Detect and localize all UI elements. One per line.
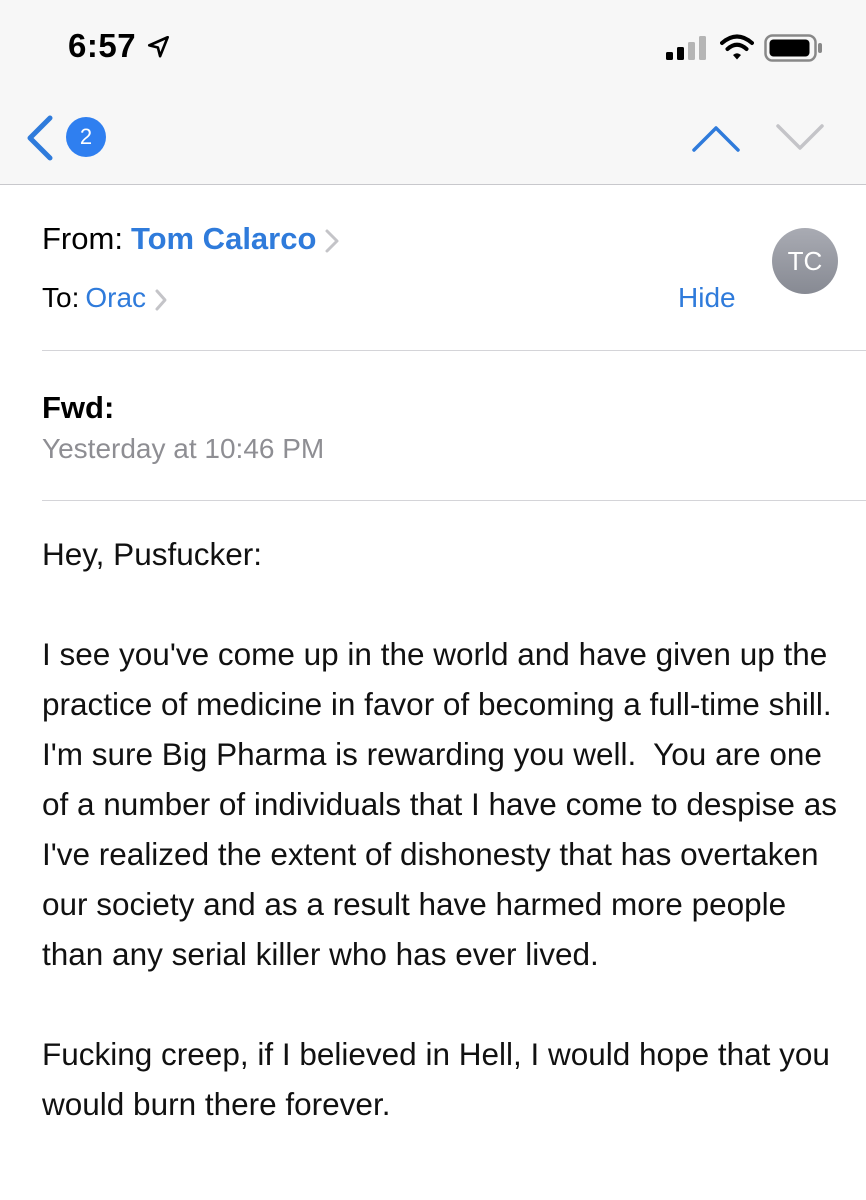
signal-icon bbox=[666, 36, 706, 60]
wifi-icon bbox=[720, 34, 754, 60]
to-row: To: Orac bbox=[42, 280, 168, 316]
message-date: Yesterday at 10:46 PM bbox=[42, 433, 325, 464]
chevron-right-icon bbox=[325, 229, 339, 253]
divider bbox=[42, 350, 866, 351]
from-label: From: bbox=[42, 221, 123, 256]
chevron-right-icon bbox=[155, 289, 167, 311]
chevron-up-icon[interactable] bbox=[690, 118, 742, 158]
message-subject: Fwd: bbox=[42, 390, 115, 425]
top-bar: 6:57 2 bbox=[0, 0, 866, 185]
body-paragraph: Fucking creep, if I believed in Hell, I … bbox=[42, 1036, 830, 1122]
chevron-left-icon bbox=[27, 115, 53, 161]
recipient-name[interactable]: Orac bbox=[85, 282, 146, 313]
body-paragraph: I see you've come up in the world and ha… bbox=[42, 636, 846, 972]
from-row: From: Tom Calarco bbox=[42, 219, 340, 259]
location-arrow-icon bbox=[147, 35, 169, 58]
battery-icon bbox=[764, 34, 822, 62]
chevron-down-icon[interactable] bbox=[774, 118, 826, 158]
to-label: To: bbox=[42, 282, 80, 313]
divider bbox=[42, 500, 866, 501]
status-time: 6:57 bbox=[68, 27, 137, 64]
message-header: From: Tom Calarco To: Orac Hide TC bbox=[0, 185, 866, 351]
sender-name[interactable]: Tom Calarco bbox=[131, 221, 316, 256]
hide-details-link[interactable]: Hide bbox=[678, 280, 736, 316]
body-greeting: Hey, Pusfucker: bbox=[42, 536, 262, 572]
back-button[interactable]: 2 bbox=[22, 112, 112, 164]
unread-count-badge: 2 bbox=[66, 117, 106, 157]
sender-avatar: TC bbox=[772, 228, 838, 294]
message-body: Hey, Pusfucker: I see you've come up in … bbox=[42, 529, 842, 1179]
